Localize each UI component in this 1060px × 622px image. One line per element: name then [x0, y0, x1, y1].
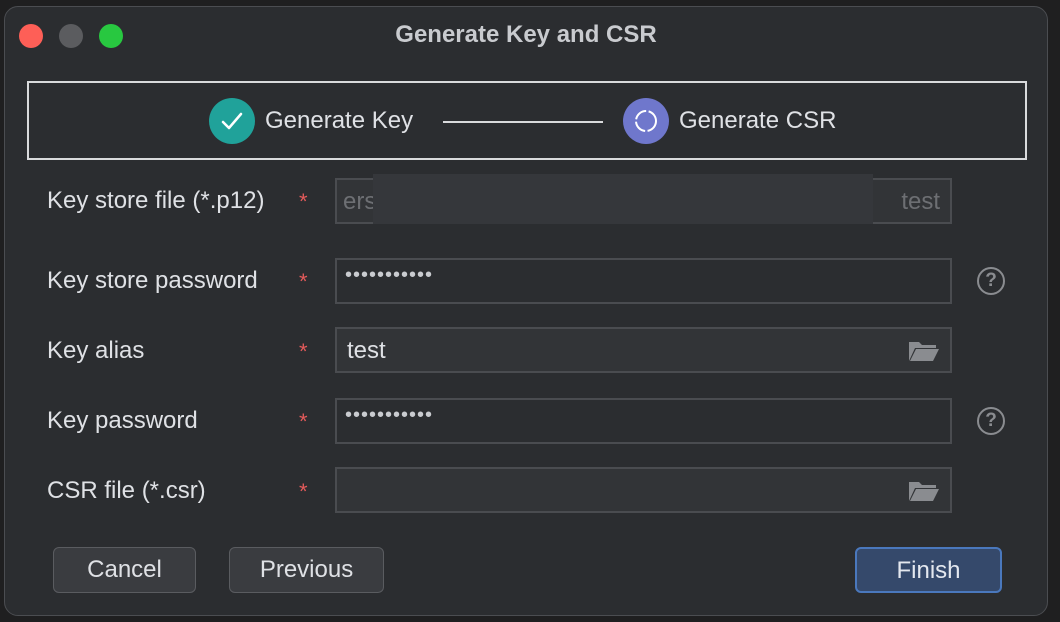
required-marker: * — [299, 339, 308, 364]
key-password-input[interactable]: ••••••••••• — [335, 398, 952, 444]
question-circle-icon[interactable]: ? — [977, 267, 1005, 295]
cancel-button[interactable]: Cancel — [53, 547, 196, 593]
keystore-file-value-start: ers — [343, 188, 377, 215]
keystore-password-input[interactable]: ••••••••••• — [335, 258, 952, 304]
checkmark-icon — [209, 98, 255, 144]
required-marker: * — [299, 189, 308, 214]
step-generate-key-label: Generate Key — [265, 107, 414, 134]
key-alias-input[interactable]: test — [335, 327, 952, 373]
refresh-ring-icon — [623, 98, 669, 144]
redacted-path — [373, 174, 873, 224]
required-marker: * — [299, 269, 308, 294]
key-alias-value: test — [347, 337, 386, 364]
title-bar: Generate Key and CSR — [5, 7, 1047, 59]
required-marker: * — [299, 409, 308, 434]
previous-button[interactable]: Previous — [229, 547, 384, 593]
csr-file-label: CSR file (*.csr) — [47, 477, 206, 504]
wizard-steps: Generate Key Generate CSR — [27, 81, 1027, 160]
dialog-title: Generate Key and CSR — [395, 21, 657, 48]
keystore-password-value: ••••••••••• — [345, 264, 434, 286]
step-connector — [443, 121, 603, 123]
key-password-value: ••••••••••• — [345, 404, 434, 426]
csr-file-input[interactable] — [335, 467, 952, 513]
required-marker: * — [299, 479, 308, 504]
finish-button[interactable]: Finish — [855, 547, 1002, 593]
keystore-file-value-end: test — [901, 188, 940, 215]
key-alias-label: Key alias — [47, 337, 145, 364]
keystore-password-label: Key store password — [47, 267, 258, 294]
key-password-label: Key password — [47, 407, 198, 434]
folder-icon[interactable] — [908, 479, 940, 510]
question-circle-icon[interactable]: ? — [977, 407, 1005, 435]
keystore-file-input[interactable]: ers test — [335, 174, 952, 224]
step-generate-csr-label: Generate CSR — [679, 107, 837, 134]
folder-icon[interactable] — [908, 339, 940, 370]
dialog-window: Generate Key and CSR Generate Key Genera… — [4, 6, 1048, 616]
keystore-file-label: Key store file (*.p12) — [47, 187, 265, 214]
